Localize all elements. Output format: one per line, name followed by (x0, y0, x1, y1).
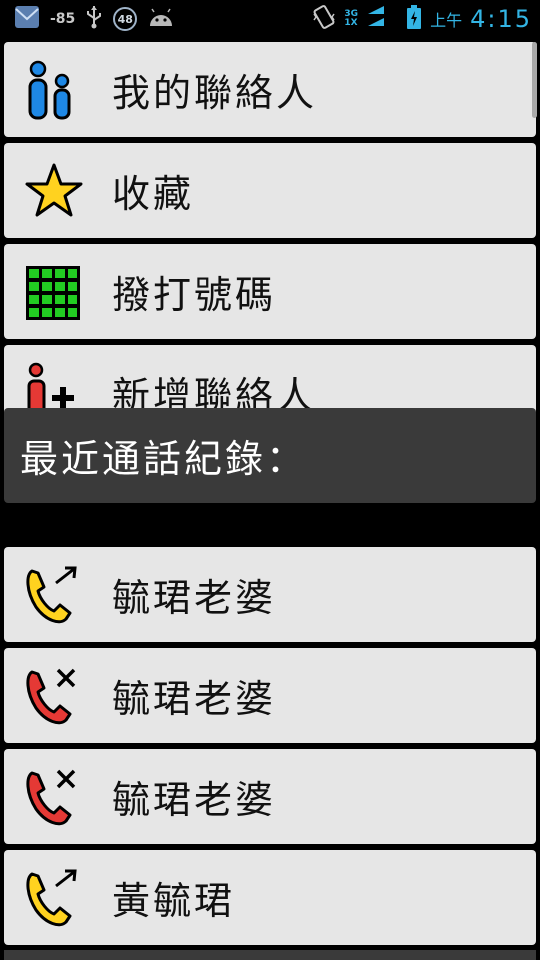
star-icon (22, 157, 86, 223)
recent-calls-title: 最近通話紀錄： (20, 437, 308, 481)
recent-call-item[interactable]: 毓珺老婆 (4, 547, 536, 642)
contacts-icon (22, 56, 86, 122)
recent-calls-header: 最近通話紀錄： (4, 408, 536, 503)
outgoing-call-icon (22, 864, 86, 930)
dialpad-icon (22, 258, 86, 324)
outgoing-call-icon (22, 561, 86, 627)
menu-item-label: 我的聯絡人 (112, 71, 318, 115)
scrollbar[interactable] (532, 42, 537, 118)
clock-time: 4:15 (470, 5, 532, 33)
battery-percent-badge: 48 (113, 7, 138, 31)
menu-item-dial-number[interactable]: 撥打號碼 (4, 244, 536, 339)
missed-call-icon (22, 662, 86, 728)
signal-bars-icon (366, 4, 386, 34)
usb-icon (85, 4, 103, 34)
list-bottom-edge (4, 950, 536, 960)
status-bar: -85 48 3G 1X 上午 4:15 (0, 0, 540, 38)
caller-name: 毓珺老婆 (112, 677, 277, 721)
menu-item-label: 撥打號碼 (112, 273, 277, 317)
notification-icon (14, 4, 40, 34)
signal-strength-text: -85 (50, 11, 76, 27)
android-icon (147, 6, 175, 32)
ampm-text: 上午 (430, 11, 463, 30)
vibrate-icon (312, 4, 336, 34)
missed-call-icon (22, 763, 86, 829)
network-type: 3G 1X (344, 10, 358, 28)
menu-item-my-contacts[interactable]: 我的聯絡人 (4, 42, 536, 137)
menu-item-favorites[interactable]: 收藏 (4, 143, 536, 238)
menu-item-label: 收藏 (112, 172, 195, 216)
recent-call-item[interactable]: 毓珺老婆 (4, 648, 536, 743)
caller-name: 黃毓珺 (112, 879, 236, 923)
caller-name: 毓珺老婆 (112, 576, 277, 620)
recent-call-item[interactable]: 黃毓珺 (4, 850, 536, 945)
battery-icon (406, 4, 422, 34)
caller-name: 毓珺老婆 (112, 778, 277, 822)
network-type-bottom: 1X (344, 18, 358, 28)
recent-call-item[interactable]: 毓珺老婆 (4, 749, 536, 844)
